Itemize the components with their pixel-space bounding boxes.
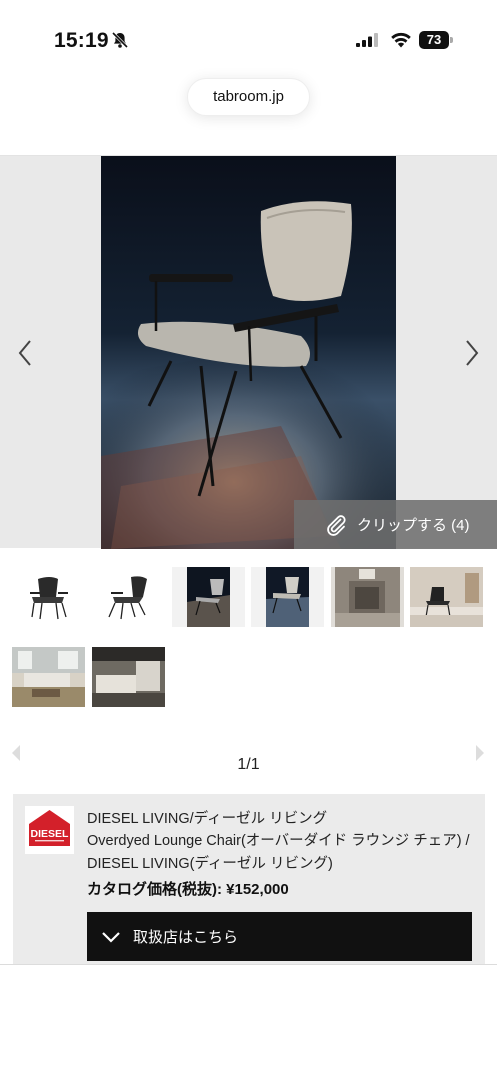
previous-image-arrow-icon[interactable] xyxy=(14,338,36,368)
brand-name[interactable]: DIESEL LIVING/ディーゼル リビング xyxy=(87,807,327,828)
clip-button[interactable]: クリップする (4) xyxy=(294,500,497,549)
thumbnail-3[interactable] xyxy=(172,567,245,627)
thumbnail-1[interactable] xyxy=(12,567,85,627)
clip-button-label: クリップする (4) xyxy=(357,517,470,534)
pager-label: 1/1 xyxy=(237,756,260,773)
svg-text:DIESEL: DIESEL xyxy=(31,828,70,840)
product-name: Overdyed Lounge Chair(オーバーダイド ラウンジ チェア) … xyxy=(87,833,470,872)
thumbnail-2[interactable] xyxy=(91,567,164,627)
diesel-logo: DIESEL xyxy=(25,806,74,854)
product-card: DIESEL DIESEL LIVING/ディーゼル リビング Overdyed… xyxy=(13,794,485,964)
main-product-photo xyxy=(101,156,396,549)
cellular-signal-icon xyxy=(356,33,378,47)
chevron-down-icon xyxy=(102,931,120,943)
address-bar[interactable]: tabroom.jp xyxy=(187,78,310,116)
dealer-button[interactable]: 取扱店はこちら xyxy=(87,912,472,961)
thumbnail-4[interactable] xyxy=(251,567,324,627)
battery-cap xyxy=(450,37,453,43)
battery-icon: 73 xyxy=(419,31,453,49)
thumbnail-8[interactable] xyxy=(92,647,165,707)
wifi-icon xyxy=(391,32,411,48)
paperclip-icon xyxy=(327,514,346,536)
battery-level: 73 xyxy=(419,31,449,49)
thumbnail-7[interactable] xyxy=(12,647,85,707)
status-bar: 15:19 73 xyxy=(0,0,497,72)
catalog-price: カタログ価格(税抜): ¥152,000 xyxy=(87,881,289,898)
next-image-arrow-icon[interactable] xyxy=(461,338,483,368)
status-time: 15:19 xyxy=(54,29,109,52)
thumbnail-5[interactable] xyxy=(331,567,404,627)
thumbnail-6[interactable] xyxy=(410,567,483,627)
bell-slash-icon xyxy=(111,31,129,49)
dealer-button-label: 取扱店はこちら xyxy=(133,929,239,946)
bottom-area xyxy=(0,965,497,1080)
main-image-carousel[interactable]: クリップする (4) xyxy=(0,155,497,549)
